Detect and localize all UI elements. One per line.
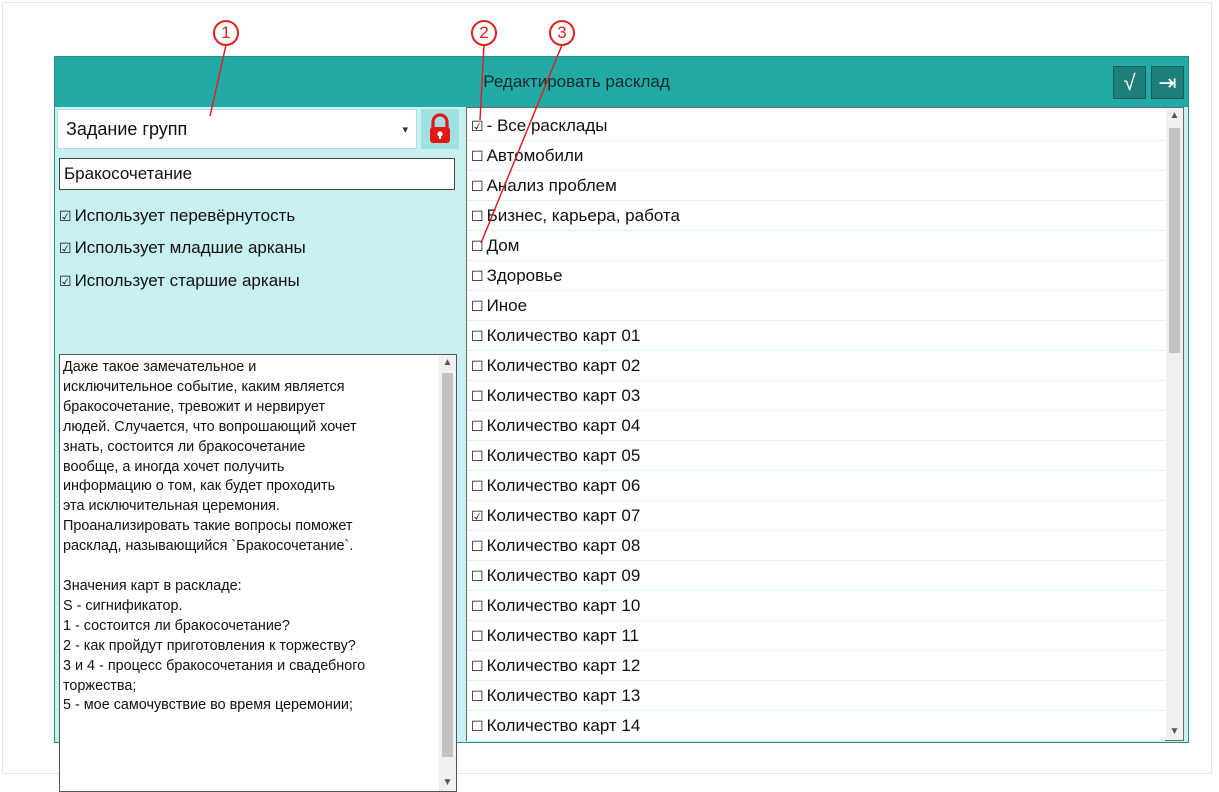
groups-scrollbar[interactable]: ▲ ▼: [1166, 108, 1183, 740]
group-label: Количество карт 14: [486, 716, 641, 735]
group-label: Количество карт 10: [486, 596, 641, 615]
title-bar: Редактировать расклад √ ⇥: [55, 57, 1188, 107]
group-label: Количество карт 01: [486, 326, 641, 345]
group-label: Автомобили: [486, 146, 584, 165]
checkbox-label: Использует перевёрнутость: [74, 206, 296, 225]
checkbox-unchecked-icon[interactable]: ☐: [471, 538, 484, 554]
group-list-item[interactable]: ☐ Иное: [467, 291, 1165, 321]
groups-list: ☑ - Все расклады ☐ Автомобили ☐ Анализ пробле…: [467, 111, 1165, 741]
scroll-thumb[interactable]: [442, 373, 453, 757]
group-list-item[interactable]: ☐ Автомобили: [467, 141, 1165, 171]
group-label: Количество карт 05: [486, 446, 641, 465]
group-list-item[interactable]: ☐ Количество карт 05: [467, 441, 1165, 471]
group-list-item[interactable]: ☐ Здоровье: [467, 261, 1165, 291]
group-label: Здоровье: [486, 266, 563, 285]
checkbox-checked-icon: ☑: [59, 273, 72, 289]
group-label: Количество карт 12: [486, 656, 641, 675]
group-list-item[interactable]: ☐ Количество карт 08: [467, 531, 1165, 561]
group-label: Количество карт 03: [486, 386, 641, 405]
group-label: Количество карт 08: [486, 536, 641, 555]
callout-1: 1: [213, 20, 239, 46]
checkbox-unchecked-icon[interactable]: ☐: [471, 598, 484, 614]
group-label: Количество карт 06: [486, 476, 641, 495]
checkbox-label: Использует младшие арканы: [74, 238, 306, 257]
group-label: Дом: [486, 236, 520, 255]
group-list-item[interactable]: ☐ Бизнес, карьера, работа: [467, 201, 1165, 231]
group-label: Количество карт 13: [486, 686, 641, 705]
group-list-item[interactable]: ☐ Количество карт 13: [467, 681, 1165, 711]
group-list-item[interactable]: ☐ Количество карт 10: [467, 591, 1165, 621]
checkbox-unchecked-icon[interactable]: ☐: [471, 268, 484, 284]
checkbox-checked-icon: ☑: [59, 208, 72, 224]
group-list-item[interactable]: ☑ Количество карт 07: [467, 501, 1165, 531]
group-list-item[interactable]: ☐ Количество карт 11: [467, 621, 1165, 651]
group-list-item[interactable]: ☐ Количество карт 14: [467, 711, 1165, 741]
group-list-item[interactable]: ☐ Количество карт 06: [467, 471, 1165, 501]
scroll-thumb[interactable]: [1169, 128, 1180, 353]
group-label: Количество карт 04: [486, 416, 641, 435]
group-list-item[interactable]: ☐ Количество карт 03: [467, 381, 1165, 411]
chevron-down-icon: ▾: [402, 124, 408, 136]
lock-icon: [430, 113, 450, 143]
scroll-down-icon[interactable]: ▼: [439, 775, 456, 791]
checkbox-unchecked-icon[interactable]: ☐: [471, 208, 484, 224]
group-list-item[interactable]: ☑ - Все расклады: [467, 111, 1165, 141]
window-title: Редактировать расклад: [483, 72, 670, 91]
group-select-value: Задание групп: [66, 119, 188, 139]
description-text: Даже такое замечательное и исключительно…: [63, 359, 366, 714]
checkbox-unchecked-icon[interactable]: ☐: [471, 718, 484, 734]
spread-name-field[interactable]: Бракосочетание: [59, 158, 455, 190]
checkbox-checked-icon[interactable]: ☑: [471, 508, 484, 524]
uses-major-arcana-checkbox[interactable]: ☑ Использует старшие арканы: [59, 268, 300, 294]
checkbox-unchecked-icon[interactable]: ☐: [471, 328, 484, 344]
checkbox-unchecked-icon[interactable]: ☐: [471, 628, 484, 644]
checkbox-checked-icon[interactable]: ☑: [471, 118, 484, 134]
groups-list-panel: ☑ - Все расклады ☐ Автомобили ☐ Анализ пробле…: [466, 107, 1184, 741]
group-list-item[interactable]: ☐ Количество карт 01: [467, 321, 1165, 351]
checkbox-unchecked-icon[interactable]: ☐: [471, 298, 484, 314]
lock-button[interactable]: [421, 109, 459, 149]
group-list-item[interactable]: ☐ Количество карт 09: [467, 561, 1165, 591]
group-list-item[interactable]: ☐ Количество карт 12: [467, 651, 1165, 681]
checkbox-unchecked-icon[interactable]: ☐: [471, 658, 484, 674]
checkbox-unchecked-icon[interactable]: ☐: [471, 388, 484, 404]
callout-2: 2: [471, 20, 497, 46]
uses-reversed-checkbox[interactable]: ☑ Использует перевёрнутость: [59, 203, 295, 229]
checkbox-unchecked-icon[interactable]: ☐: [471, 418, 484, 434]
checkbox-unchecked-icon[interactable]: ☐: [471, 358, 484, 374]
ok-button[interactable]: √: [1113, 66, 1146, 99]
group-label: Количество карт 07: [486, 506, 641, 525]
callout-3: 3: [549, 20, 575, 46]
checkbox-unchecked-icon[interactable]: ☐: [471, 568, 484, 584]
left-panel: Задание групп ▾ Бракосочетание ☑ Использу…: [55, 107, 462, 792]
group-label: Количество карт 11: [486, 626, 640, 645]
checkbox-unchecked-icon[interactable]: ☐: [471, 148, 484, 164]
group-label: Количество карт 02: [486, 356, 641, 375]
group-list-item[interactable]: ☐ Дом: [467, 231, 1165, 261]
checkbox-label: Использует старшие арканы: [74, 271, 300, 290]
scroll-up-icon[interactable]: ▲: [439, 355, 456, 371]
group-label: - Все расклады: [486, 116, 608, 135]
scroll-down-icon[interactable]: ▼: [1166, 724, 1183, 740]
checkbox-unchecked-icon[interactable]: ☐: [471, 178, 484, 194]
group-select[interactable]: Задание групп ▾: [57, 109, 417, 149]
description-textarea[interactable]: Даже такое замечательное и исключительно…: [59, 354, 457, 792]
exit-button[interactable]: ⇥: [1151, 66, 1184, 99]
group-list-item[interactable]: ☐ Анализ проблем: [467, 171, 1165, 201]
group-label: Иное: [486, 296, 528, 315]
description-scrollbar[interactable]: ▲ ▼: [439, 355, 456, 791]
scroll-up-icon[interactable]: ▲: [1166, 108, 1183, 124]
group-label: Анализ проблем: [486, 176, 617, 195]
checkbox-unchecked-icon[interactable]: ☐: [471, 448, 484, 464]
edit-spread-window: Редактировать расклад √ ⇥ Задание групп …: [54, 56, 1189, 792]
checkbox-unchecked-icon[interactable]: ☐: [471, 478, 484, 494]
group-label: Бизнес, карьера, работа: [486, 206, 680, 225]
group-label: Количество карт 09: [486, 566, 641, 585]
checkbox-unchecked-icon[interactable]: ☐: [471, 688, 484, 704]
checkbox-unchecked-icon[interactable]: ☐: [471, 238, 484, 254]
checkbox-checked-icon: ☑: [59, 240, 72, 256]
group-list-item[interactable]: ☐ Количество карт 02: [467, 351, 1165, 381]
uses-minor-arcana-checkbox[interactable]: ☑ Использует младшие арканы: [59, 235, 306, 261]
group-list-item[interactable]: ☐ Количество карт 04: [467, 411, 1165, 441]
